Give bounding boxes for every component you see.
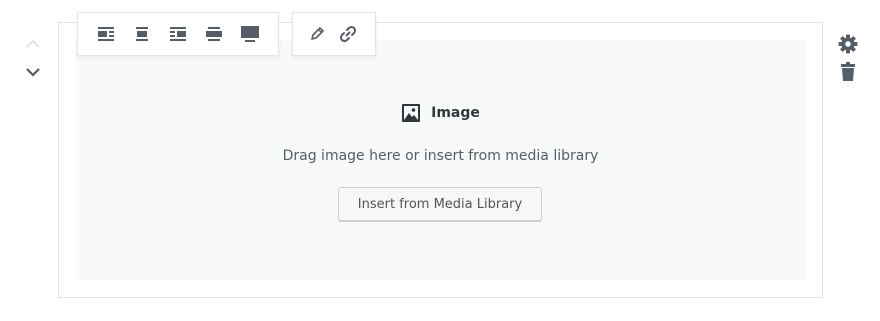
align-right-button[interactable] [160, 16, 196, 52]
align-full-button[interactable] [232, 16, 268, 52]
image-icon [402, 104, 421, 122]
trash-icon [841, 62, 855, 81]
image-placeholder: Image Drag image here or insert from med… [76, 40, 805, 280]
edit-toolbar [292, 12, 376, 56]
insert-from-media-library-button[interactable]: Insert from Media Library [338, 187, 542, 221]
edit-image-button[interactable] [304, 16, 330, 52]
remove-block-button[interactable] [838, 62, 858, 82]
align-full-icon [241, 26, 259, 42]
pencil-icon [311, 27, 324, 40]
align-right-icon [170, 27, 186, 41]
placeholder-title-label: Image [431, 105, 480, 121]
gear-icon [838, 34, 858, 54]
align-center-icon [136, 27, 148, 41]
insert-link-button[interactable] [330, 16, 366, 52]
move-down-button[interactable] [22, 62, 44, 82]
chevron-up-icon [26, 39, 40, 48]
link-icon [339, 25, 357, 43]
block-settings-button[interactable] [838, 34, 858, 54]
align-center-button[interactable] [124, 16, 160, 52]
align-left-icon [98, 27, 114, 41]
alignment-toolbar [77, 12, 279, 56]
move-up-button[interactable] [22, 34, 44, 54]
placeholder-title: Image [76, 103, 805, 123]
align-wide-button[interactable] [196, 16, 232, 52]
align-wide-icon [206, 27, 222, 41]
placeholder-instructions: Drag image here or insert from media lib… [282, 148, 599, 164]
align-left-button[interactable] [88, 16, 124, 52]
chevron-down-icon [26, 68, 40, 77]
